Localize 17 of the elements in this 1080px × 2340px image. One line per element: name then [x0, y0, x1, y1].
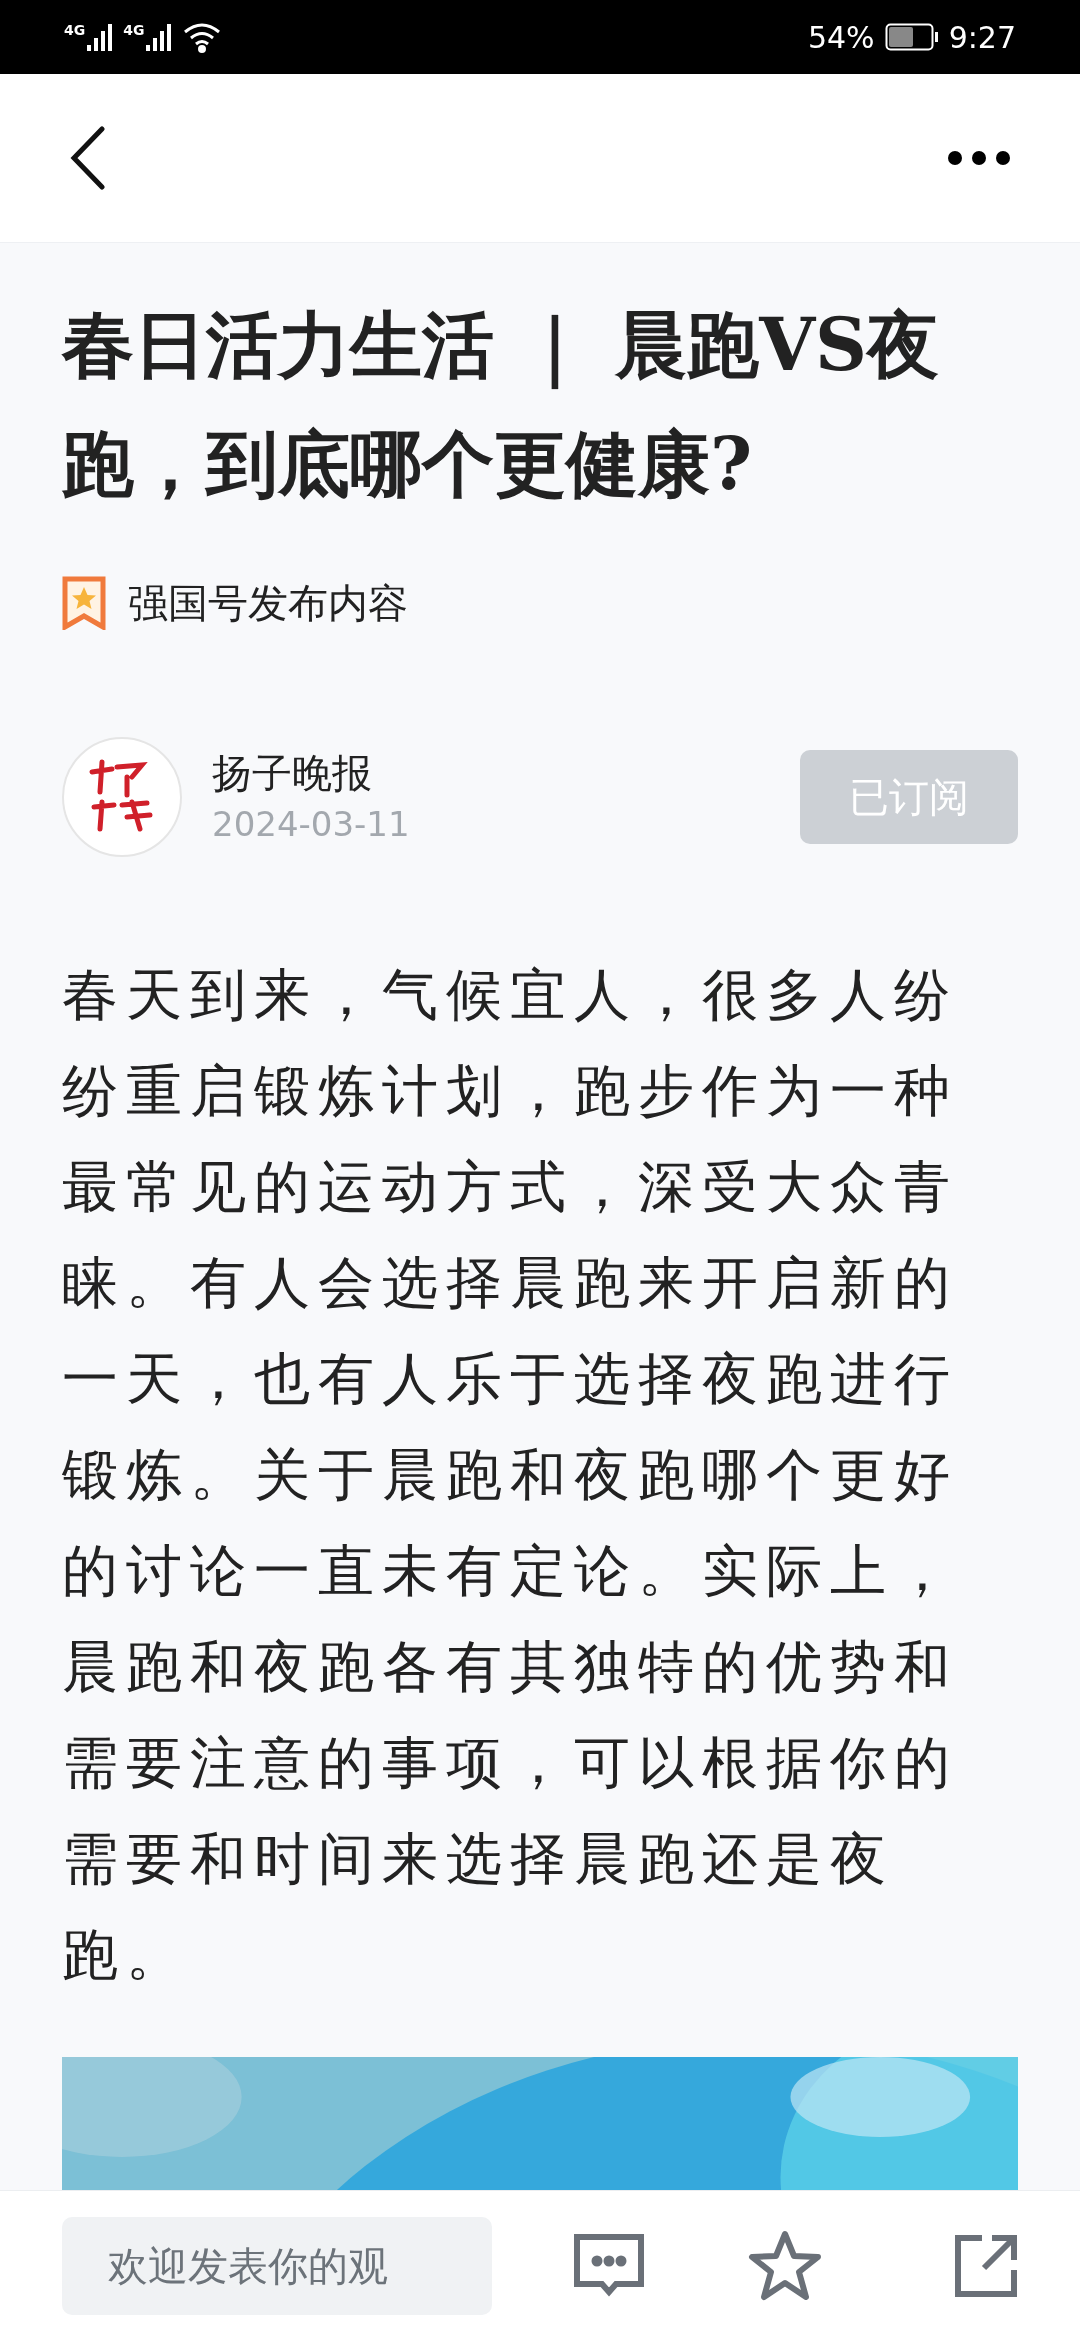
publish-date: 2024-03-11 — [212, 803, 410, 846]
signal-icon — [87, 23, 114, 51]
author-name[interactable]: 扬子晚报 — [212, 746, 410, 800]
article-title: 春日活力生活 ｜ 晨跑VS夜跑，到底哪个更健康? — [62, 301, 940, 508]
share-icon[interactable] — [954, 2233, 1018, 2298]
battery-percent: 54% — [807, 18, 875, 57]
network-label: 4G — [64, 23, 86, 37]
source-label: 强国号发布内容 — [128, 579, 408, 628]
signal-icon — [146, 23, 173, 51]
bookmark-star-icon — [62, 576, 106, 630]
article-body: 春天到来，气候宜人，很多人纷纷重启锻炼计划，跑步作为一种最常见的运动方式，深受大众青睐。有人会选择晨跑来开启新的一天，也有人乐于选择夜跑进行锻炼。关于晨跑和夜跑哪个更好的讨论一直未有定论。实际上，晨跑和夜跑各有其独特的优势和需要注意的事项，可以根据你的需要和时间来选择晨跑还是夜跑。 — [62, 961, 959, 1989]
clock: 9:27 — [948, 18, 1016, 57]
comment-icon[interactable] — [574, 2233, 644, 2298]
comment-field[interactable]: 欢迎发表你的观 — [62, 2216, 492, 2315]
battery-icon — [884, 23, 939, 51]
network-label: 4G — [123, 23, 145, 37]
star-icon[interactable] — [748, 2229, 822, 2302]
